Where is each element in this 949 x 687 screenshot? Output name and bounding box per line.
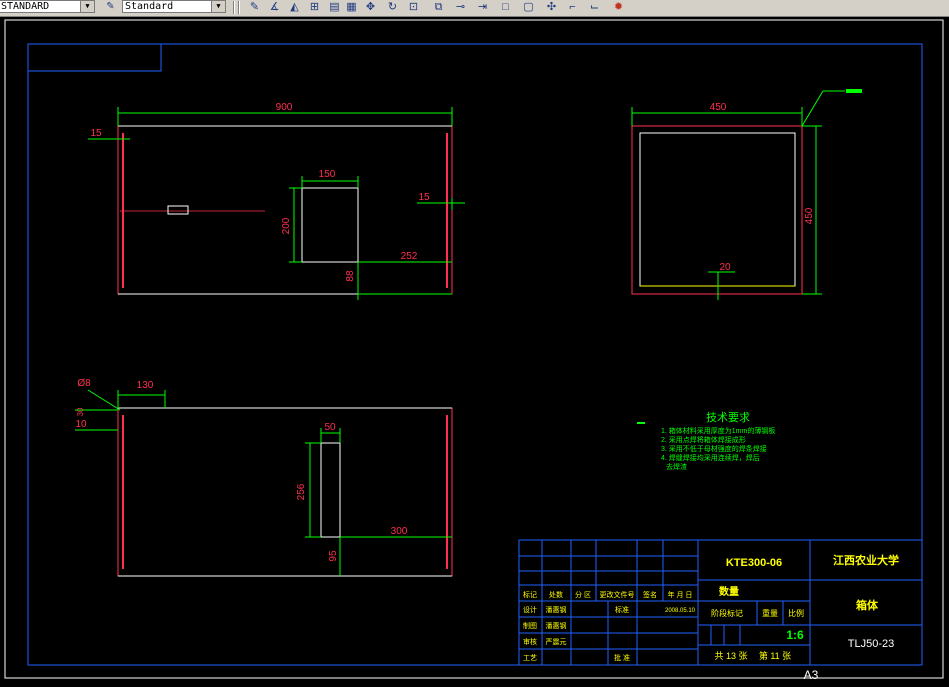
front-hole-bottom-dim: 88 [345, 270, 356, 282]
explode-icon[interactable]: ✹ [610, 0, 627, 14]
align-icon[interactable]: ⊞ [306, 0, 323, 14]
front-hole-height-dim: 200 [281, 217, 292, 234]
rectangle-icon[interactable]: □ [497, 0, 514, 14]
front-width-dim: 900 [276, 102, 293, 113]
angular-icon[interactable]: ∡ [266, 0, 283, 14]
top-view-outline [117, 407, 453, 577]
top-offset-dim: 130 [137, 380, 154, 391]
text-style-select[interactable]: STANDARD ▼ [0, 0, 95, 13]
technical-notes: 技术要求 1. 箱体材料采用厚度为1mm的薄钢板 2. 采用点焊将箱体焊接成形 … [637, 411, 775, 471]
front-hole-width-dim: 150 [319, 169, 336, 180]
sheet-number: 第 11 张 [759, 650, 791, 661]
chevron-down-icon[interactable]: ▼ [211, 1, 225, 12]
side-view: 450 450 20 [631, 89, 862, 300]
side-width-dim: 450 [710, 102, 727, 113]
top-diameter-dim: Ø8 [77, 378, 91, 389]
side-view-inner [639, 132, 796, 287]
note-line-3: 3. 采用不低于母材强度的焊条焊接 [661, 444, 767, 453]
scale-label: 比例 [788, 608, 804, 618]
dim-style-icon: ✎ [106, 1, 115, 12]
side-view-outer [631, 125, 803, 295]
row-date-label: 年 月 日 [668, 590, 693, 599]
part-name: 箱体 [856, 598, 879, 612]
review-label: 审核 [523, 637, 537, 646]
grid-icon[interactable]: ▤ [326, 0, 343, 14]
text-style-value: STANDARD [1, 1, 50, 12]
quantity-label: 数量 [719, 585, 739, 598]
school-name: 江西农业大学 [833, 553, 899, 567]
cad-drawing: 900 15 15 150 200 252 88 450 450 20 Ø8 1… [4, 19, 944, 682]
side-wall-dim: 20 [719, 262, 731, 273]
top-view: Ø8 130 30 10 50 256 300 95 [75, 378, 453, 577]
top-slot-offset-dim: 300 [391, 526, 408, 537]
top-dim-b: 10 [75, 419, 87, 430]
material: TLJ50-23 [848, 638, 894, 650]
stage-label: 阶段标记 [711, 608, 743, 618]
approve-label: 批 准 [614, 653, 630, 662]
trim-icon[interactable]: ✣ [543, 0, 560, 14]
front-view: 900 15 15 150 200 252 88 [88, 102, 465, 300]
square-icon[interactable]: ▢ [520, 0, 537, 14]
chevron-down-icon[interactable]: ▼ [80, 1, 94, 12]
toolbar-separator [233, 1, 235, 14]
reviewer-name: 严震元 [546, 638, 567, 646]
note-line-5: 去焊渣 [666, 462, 687, 471]
row-count-label: 处数 [549, 590, 563, 599]
toolbar-separator [238, 1, 240, 14]
top-slot [320, 442, 341, 538]
top-slot-bottom-dim: 95 [328, 550, 339, 562]
front-right-margin-dim: 15 [418, 192, 430, 203]
drafter-name: 潘惠钢 [546, 621, 567, 630]
scale-icon[interactable]: ⊡ [405, 0, 422, 14]
drawing-number: KTE300-06 [726, 557, 782, 569]
row-sign-label: 签名 [643, 590, 657, 599]
row-mark-label: 标记 [523, 590, 537, 599]
scale-value: 1:6 [786, 628, 804, 642]
move-icon[interactable]: ✥ [362, 0, 379, 14]
top-dim-a: 30 [76, 407, 85, 416]
total-sheets: 共 13 张 [714, 651, 747, 661]
handle-mark [167, 205, 189, 215]
mirror-icon[interactable]: ⧉ [430, 0, 447, 14]
drawing-canvas[interactable]: 900 15 15 150 200 252 88 450 450 20 Ø8 1… [0, 16, 949, 687]
rotate-icon[interactable]: ↻ [384, 0, 401, 14]
row-doc-label: 更改文件号 [600, 590, 635, 599]
weight-label: 重量 [762, 608, 778, 618]
front-hole [301, 187, 359, 263]
dim-style-value: Standard [125, 1, 174, 12]
design-label: 设计 [523, 605, 537, 614]
arc-icon[interactable]: ◭ [286, 0, 303, 14]
notes-title: 技术要求 [706, 411, 750, 424]
front-hole-offset-dim: 252 [401, 251, 418, 262]
toolbar: STANDARD ▼ ✎ Standard ▼ ✎ ∡ ◭ ⊞ ▤ ▦ ✥ ↻ … [0, 0, 949, 17]
process-label: 工艺 [523, 654, 537, 662]
inner-frame [27, 43, 923, 666]
leader-marker [846, 89, 862, 93]
side-height-dim: 450 [804, 207, 815, 224]
extend-icon[interactable]: ⇥ [474, 0, 491, 14]
array-icon[interactable]: ▦ [343, 0, 360, 14]
break-icon[interactable]: ⊸ [452, 0, 469, 14]
top-slot-width-dim: 50 [324, 422, 336, 433]
note-line-2: 2. 采用点焊将箱体焊接成形 [661, 435, 746, 444]
row-zone-label: 分 区 [575, 590, 591, 599]
note-line-4: 4. 焊缝焊接均采用连续焊，焊后 [661, 453, 760, 462]
corner-box [27, 43, 162, 72]
dimension-icon[interactable]: ✎ [246, 0, 263, 14]
note-line-1: 1. 箱体材料采用厚度为1mm的薄钢板 [661, 426, 775, 435]
notes-marker [637, 422, 645, 424]
fillet-icon[interactable]: ⌙ [586, 0, 603, 14]
title-block: KTE300-06 江西农业大学 箱体 TLJ50-23 数量 阶段标记 重量 … [518, 539, 923, 682]
front-left-margin-dim: 15 [90, 128, 102, 139]
top-slot-height-dim: 256 [296, 483, 307, 500]
standard-label: 标准 [615, 605, 629, 614]
designer-name: 潘惠钢 [546, 605, 567, 614]
sheet-size: A3 [804, 668, 819, 682]
design-date: 2008.05.10 [665, 608, 696, 614]
dim-style-select[interactable]: Standard ▼ [122, 0, 226, 13]
chamfer-icon[interactable]: ⌐ [564, 0, 581, 14]
drafting-label: 制图 [523, 621, 537, 630]
